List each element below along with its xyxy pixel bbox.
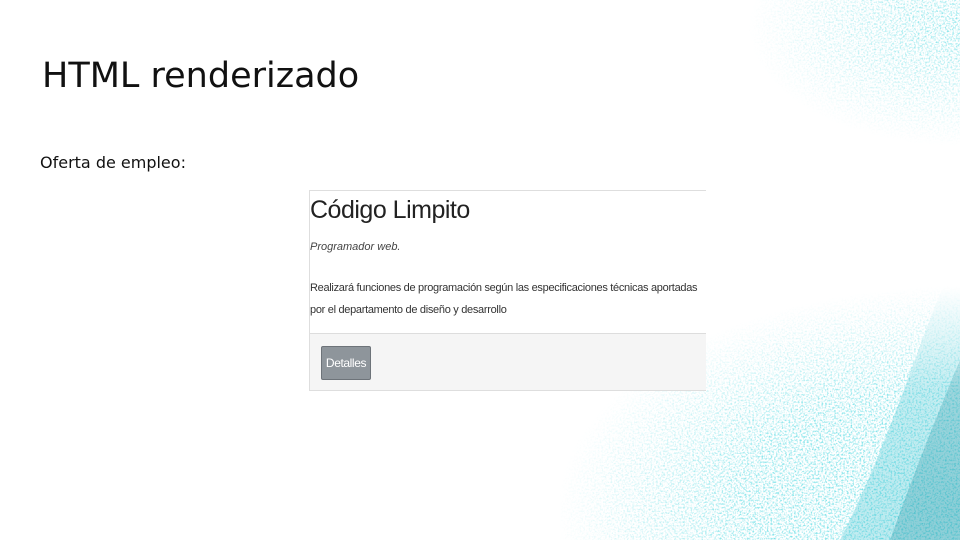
card-description: Realizará funciones de programación segú…	[310, 282, 698, 316]
card-body: Código Limpito Programador web. Realizar…	[310, 191, 706, 333]
slide-title: HTML renderizado	[42, 56, 360, 96]
job-offer-card: Código Limpito Programador web. Realizar…	[309, 190, 706, 391]
card-footer: Detalles	[310, 333, 706, 390]
slide-label: Oferta de empleo:	[40, 153, 186, 172]
details-button[interactable]: Detalles	[321, 346, 371, 380]
card-subtitle: Programador web.	[310, 241, 401, 253]
card-title: Código Limpito	[310, 196, 470, 224]
